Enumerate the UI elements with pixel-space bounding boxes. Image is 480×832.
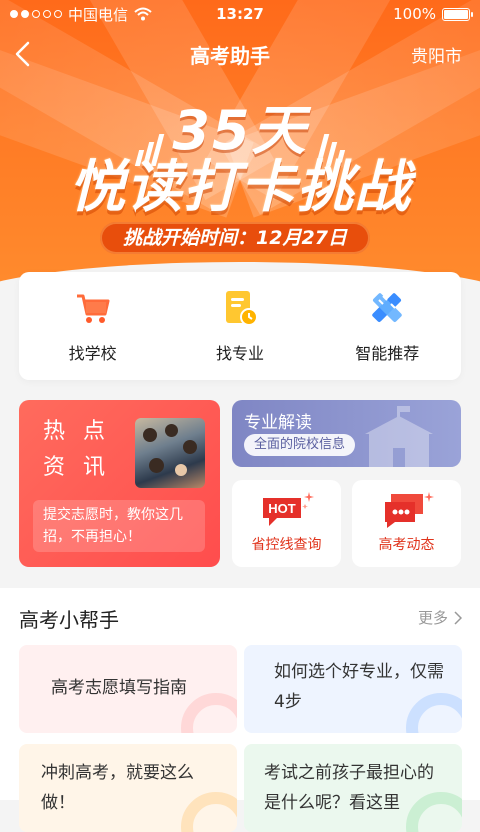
quick-action-label: 智能推荐 xyxy=(355,344,420,363)
quick-action-find-school[interactable]: 找学校 xyxy=(28,288,158,364)
tip-card[interactable]: 考试之前孩子最担心的是什么呢？看这里 xyxy=(244,744,462,832)
hot-badge-text: HOT xyxy=(268,501,296,516)
hot-badge-icon: HOT xyxy=(257,490,317,530)
quick-action-find-major[interactable]: 找专业 xyxy=(175,288,305,364)
helper-title: 高考小帮手 xyxy=(19,608,119,632)
tip-text: 高考志愿填写指南 xyxy=(51,678,187,698)
more-link-label: 更多 xyxy=(417,609,448,627)
hot-news-photo xyxy=(135,418,205,488)
hot-news-desc: 提交志愿时，教你这几招，不再担心！ xyxy=(33,500,205,552)
banner-title[interactable]: 悦读打卡挑战 xyxy=(0,142,480,223)
battery-percent: 100% xyxy=(393,5,436,23)
banner-start-time: 挑战开始时间：12月27日 xyxy=(100,222,370,254)
major-title: 专业解读 xyxy=(244,413,312,433)
quick-actions-card: 找学校 找专业 智能推荐 xyxy=(19,272,461,380)
tip-card[interactable]: 冲刺高考，就要这么做！ xyxy=(19,744,237,832)
tip-card[interactable]: 如何选个好专业，仅需4步 xyxy=(244,645,462,733)
hot-news-card[interactable]: 热点资讯 提交志愿时，教你这几招，不再担心！ xyxy=(19,400,220,567)
quick-action-label: 找专业 xyxy=(215,344,264,363)
provincial-line-query-card[interactable]: HOT 省控线查询 xyxy=(232,480,341,567)
tip-text: 考试之前孩子最担心的是什么呢？看这里 xyxy=(264,763,434,813)
back-button[interactable] xyxy=(0,41,60,67)
document-clock-icon xyxy=(225,291,258,326)
battery-icon xyxy=(442,7,473,21)
carrier-label: 中国电信 xyxy=(68,5,129,24)
tip-text: 冲刺高考，就要这么做！ xyxy=(41,763,194,813)
mini-card-label: 高考动态 xyxy=(378,537,435,553)
ruler-pencil-icon xyxy=(372,293,403,323)
chevron-left-icon xyxy=(15,41,30,67)
shopping-cart-icon xyxy=(76,294,110,323)
status-time: 13:27 xyxy=(216,5,264,23)
gaokao-news-card[interactable]: 高考动态 xyxy=(352,480,461,567)
school-building-icon xyxy=(365,406,433,467)
major-interpretation-card[interactable]: 专业解读 全面的院校信息 xyxy=(232,400,461,467)
header-banner: 中国电信 13:27 100% 高考助手 贵阳市 35天 悦读打卡挑战 挑战开始… xyxy=(0,0,480,300)
mini-card-label: 省控线查询 xyxy=(251,537,322,553)
chat-bubble-icon xyxy=(377,490,437,530)
more-link[interactable]: 更多 xyxy=(418,607,462,628)
city-selector[interactable]: 贵阳市 xyxy=(400,42,480,67)
signal-icon xyxy=(10,10,62,18)
quick-action-label: 找学校 xyxy=(68,344,117,363)
helper-section: 高考小帮手 更多 高考志愿填写指南 如何选个好专业，仅需4步 冲刺高考，就要这么… xyxy=(0,588,480,832)
tip-card[interactable]: 高考志愿填写指南 xyxy=(19,645,237,733)
status-bar: 中国电信 13:27 100% xyxy=(0,0,480,28)
quick-action-smart-recommend[interactable]: 智能推荐 xyxy=(322,288,452,364)
wifi-icon xyxy=(134,7,152,21)
chevron-right-icon xyxy=(454,610,462,625)
navbar: 高考助手 贵阳市 xyxy=(0,28,480,80)
page-title: 高考助手 xyxy=(190,43,270,68)
major-subtitle: 全面的院校信息 xyxy=(244,434,356,456)
